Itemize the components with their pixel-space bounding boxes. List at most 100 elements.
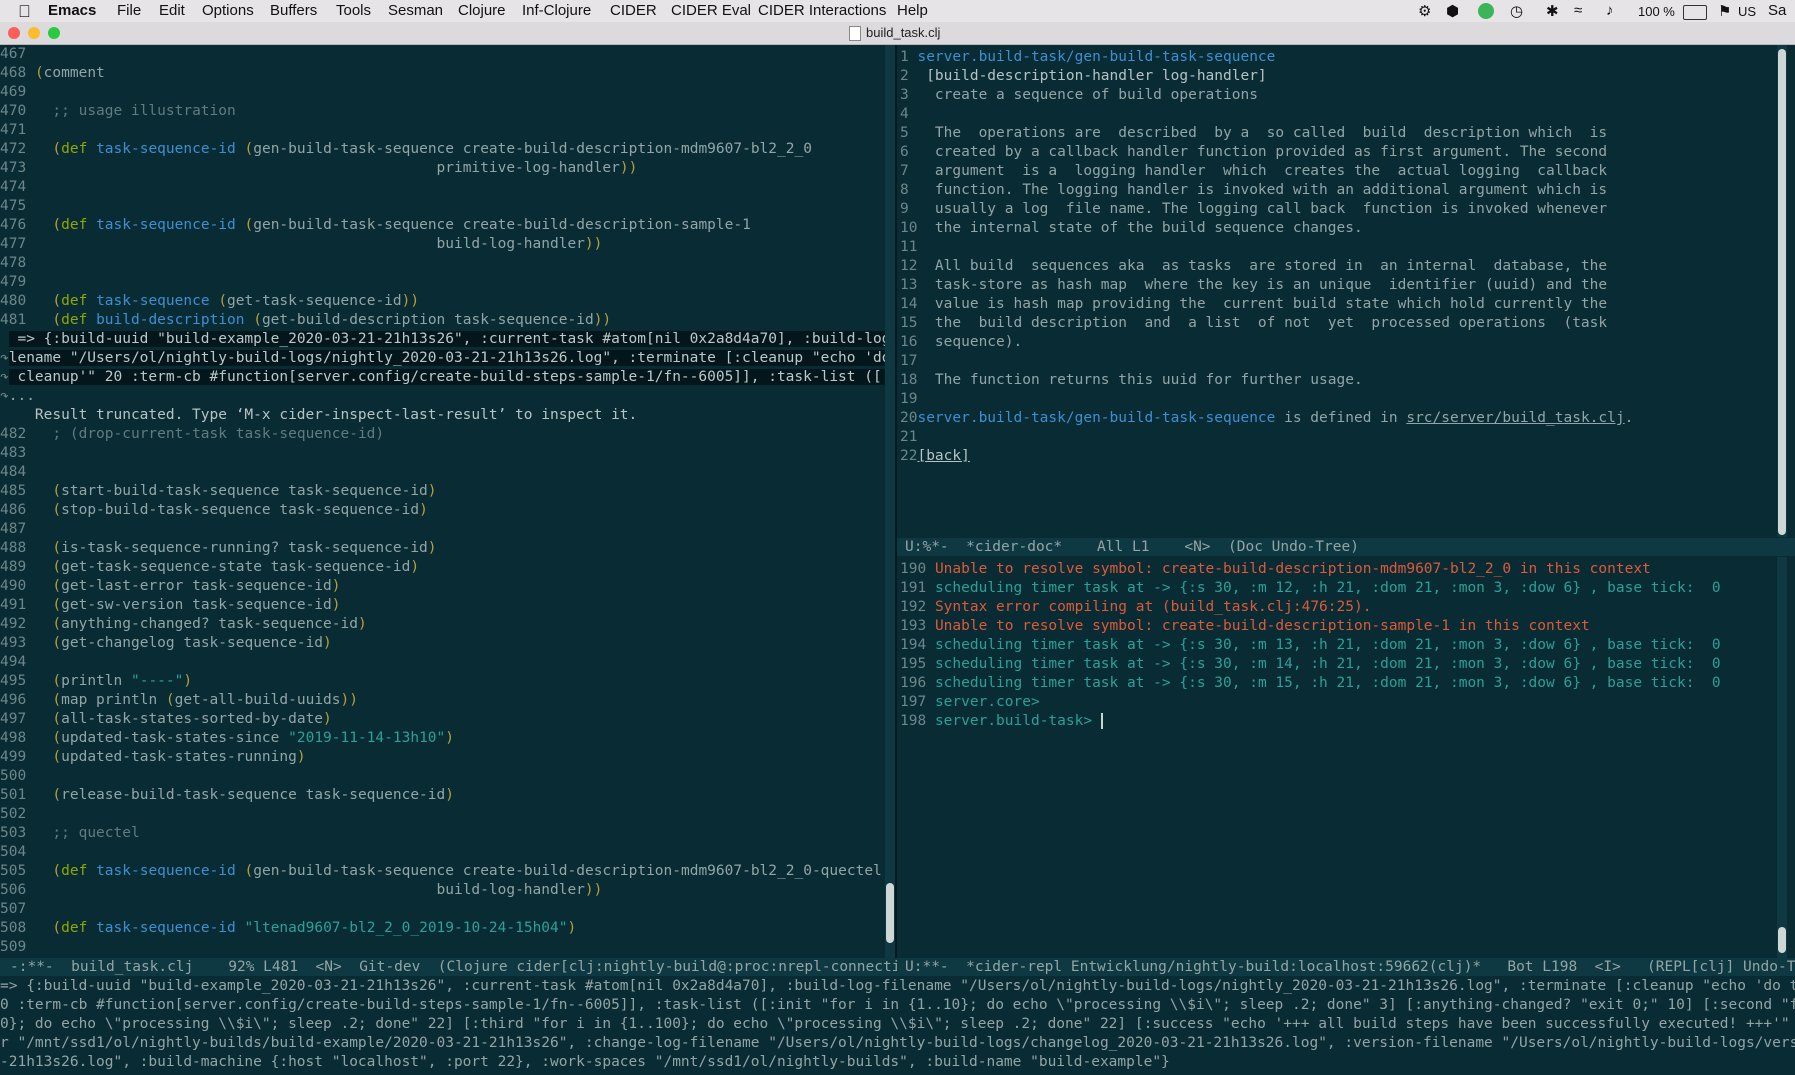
doc-scrollbar-thumb[interactable] xyxy=(1778,49,1786,535)
code-line: 479 xyxy=(0,274,27,290)
echo-line: => {:build-uuid "build-example_2020-03-2… xyxy=(0,978,1795,994)
code-line: 481 (def build-description (get-build-de… xyxy=(0,312,612,328)
shield-icon[interactable]: ⬢ xyxy=(1446,2,1459,20)
code-line: 498 (updated-task-states-since "2019-11-… xyxy=(0,730,454,746)
menu-buffers[interactable]: Buffers xyxy=(270,2,317,19)
user-name[interactable]: Sa xyxy=(1768,2,1786,19)
code-line: 485 (start-build-task-sequence task-sequ… xyxy=(0,483,437,499)
bluetooth-icon[interactable]: ✱ xyxy=(1546,2,1559,20)
flag-us-icon[interactable]: ⚑ xyxy=(1718,2,1731,20)
doc-line: 9 usually a log file name. The logging c… xyxy=(900,201,1608,217)
cider-repl-pane[interactable]: 190 Unable to resolve symbol: create-bui… xyxy=(897,557,1777,958)
code-scrollbar[interactable] xyxy=(885,45,895,958)
code-editor-pane[interactable]: 467 468 (comment 469 470 ;; usage illustr… xyxy=(0,45,885,958)
code-line: 468 (comment xyxy=(0,65,105,81)
code-line: 472 (def task-sequence-id (gen-build-tas… xyxy=(0,141,812,157)
eval-result-line: ↷lename "/Users/ol/nightly-build-logs/ni… xyxy=(0,349,885,368)
input-source[interactable]: US xyxy=(1738,4,1756,19)
eval-result-text: cleanup'" 20 :term-cb #function[server.c… xyxy=(8,369,885,385)
time-machine-icon[interactable]: ◷ xyxy=(1510,2,1523,20)
code-line: 492 (anything-changed? task-sequence-id) xyxy=(0,616,367,632)
battery-icon[interactable] xyxy=(1683,5,1707,20)
minimize-button[interactable] xyxy=(28,27,40,39)
code-line: 482 ; (drop-current-task task-sequence-i… xyxy=(0,426,385,442)
repl-cursor[interactable] xyxy=(1100,713,1103,729)
repl-scrollbar-thumb[interactable] xyxy=(1778,927,1786,953)
code-line: 491 (get-sw-version task-sequence-id) xyxy=(0,597,341,613)
menu-edit[interactable]: Edit xyxy=(159,2,185,19)
menu-cider-eval[interactable]: CIDER Eval xyxy=(671,2,751,19)
doc-line: 5 The operations are described by a so c… xyxy=(900,125,1608,141)
repl-line: 192 Syntax error compiling at (build_tas… xyxy=(900,599,1372,615)
code-scrollbar-thumb[interactable] xyxy=(886,883,894,943)
eval-result-line: ↷ cleanup'" 20 :term-cb #function[server… xyxy=(0,368,885,387)
repl-scrollbar[interactable] xyxy=(1777,557,1787,958)
menu-inf-clojure[interactable]: Inf-Clojure xyxy=(522,2,591,19)
close-button[interactable] xyxy=(8,27,20,39)
code-line: 501 (release-build-task-sequence task-se… xyxy=(0,787,454,803)
repl-line: 193 Unable to resolve symbol: create-bui… xyxy=(900,618,1590,634)
echo-line: 0}; do echo \"processing \\$i\"; sleep .… xyxy=(0,1016,1795,1032)
menu-clojure[interactable]: Clojure xyxy=(458,2,506,19)
code-line: 502 xyxy=(0,806,27,822)
code-line: 504 xyxy=(0,844,27,860)
menu-cider-interactions[interactable]: CIDER Interactions xyxy=(758,2,886,19)
echo-area: => {:build-uuid "build-example_2020-03-2… xyxy=(0,977,1795,1075)
menu-tools[interactable]: Tools xyxy=(336,2,371,19)
zoom-button[interactable] xyxy=(48,27,60,39)
code-line: 483 xyxy=(0,445,27,461)
echo-line: -21h13s26.log", :build-machine {:host "l… xyxy=(0,1054,1170,1070)
code-line: 490 (get-last-error task-sequence-id) xyxy=(0,578,341,594)
truncated-message: Result truncated. Type ‘M-x cider-inspec… xyxy=(0,406,637,425)
doc-scrollbar[interactable] xyxy=(1777,45,1787,537)
code-line: 470 ;; usage illustration xyxy=(0,103,236,119)
code-line: 495 (println "----") xyxy=(0,673,193,689)
code-line: 473 primitive-log-handler)) xyxy=(0,160,638,176)
code-line: 487 xyxy=(0,521,27,537)
doc-line: 19 xyxy=(900,391,918,407)
code-line: 486 (stop-build-task-sequence task-seque… xyxy=(0,502,428,518)
code-line: 493 (get-changelog task-sequence-id) xyxy=(0,635,332,651)
repl-line: 198 server.build-task> xyxy=(900,713,1103,729)
menu-file[interactable]: File xyxy=(117,2,141,19)
code-line: 475 xyxy=(0,198,27,214)
wifi-icon[interactable]: ≈ xyxy=(1574,2,1582,19)
doc-line: 13 task-store as hash map where the key … xyxy=(900,277,1608,293)
doc-line: 2 [build-description-handler log-handler… xyxy=(900,68,1267,84)
doc-line: 3 create a sequence of build operations xyxy=(900,87,1258,103)
code-line: 488 (is-task-sequence-running? task-sequ… xyxy=(0,540,437,556)
menu-cider[interactable]: CIDER xyxy=(610,2,657,19)
cider-doc-pane[interactable]: 1 server.build-task/gen-build-task-seque… xyxy=(897,45,1777,537)
window-titlebar: build_task.clj xyxy=(0,22,1795,45)
repl-line: 197 server.core> xyxy=(900,694,1040,710)
doc-line: 4 xyxy=(900,106,918,122)
code-line: 474 xyxy=(0,179,27,195)
echo-line: 0 :term-cb #function[server.config/creat… xyxy=(0,997,1795,1013)
menu-sesman[interactable]: Sesman xyxy=(388,2,443,19)
eval-result-ellipsis: ↷... xyxy=(0,388,35,404)
apple-icon[interactable]:  xyxy=(18,2,31,22)
volume-icon[interactable]: ♪ xyxy=(1606,2,1614,19)
doc-line: 8 function. The logging handler is invok… xyxy=(900,182,1608,198)
echo-line: r "/mnt/ssd1/ol/nightly-builds/build-exa… xyxy=(0,1035,1795,1051)
doc-back-link: 22[back] xyxy=(900,448,970,464)
repl-line: 190 Unable to resolve symbol: create-bui… xyxy=(900,561,1651,577)
code-line: 499 (updated-task-states-running) xyxy=(0,749,306,765)
menu-emacs[interactable]: Emacs xyxy=(48,2,96,19)
repl-line: 191 scheduling timer task at -> {:s 30, … xyxy=(900,580,1721,596)
doc-line: 11 xyxy=(900,239,918,255)
doc-line: 16 sequence). xyxy=(900,334,1023,350)
status-app-icon[interactable]: ⚙ xyxy=(1418,2,1431,20)
code-modeline: -:**- build_task.clj 92% L481 <N> Git-de… xyxy=(0,958,905,976)
menu-options[interactable]: Options xyxy=(202,2,254,19)
doc-line: 12 All build sequences aka as tasks are … xyxy=(900,258,1608,274)
doc-line: 17 xyxy=(900,353,918,369)
code-line: 467 xyxy=(0,46,27,62)
code-line: 505 (def task-sequence-id (gen-build-tas… xyxy=(0,863,882,879)
code-line: 508 (def task-sequence-id "ltenad9607-bl… xyxy=(0,920,577,936)
check-icon[interactable] xyxy=(1478,3,1494,19)
menu-help[interactable]: Help xyxy=(897,2,928,19)
repl-line: 195 scheduling timer task at -> {:s 30, … xyxy=(900,656,1721,672)
code-line: 480 (def task-sequence (get-task-sequenc… xyxy=(0,293,420,309)
doc-line: 20server.build-task/gen-build-task-seque… xyxy=(900,410,1634,426)
